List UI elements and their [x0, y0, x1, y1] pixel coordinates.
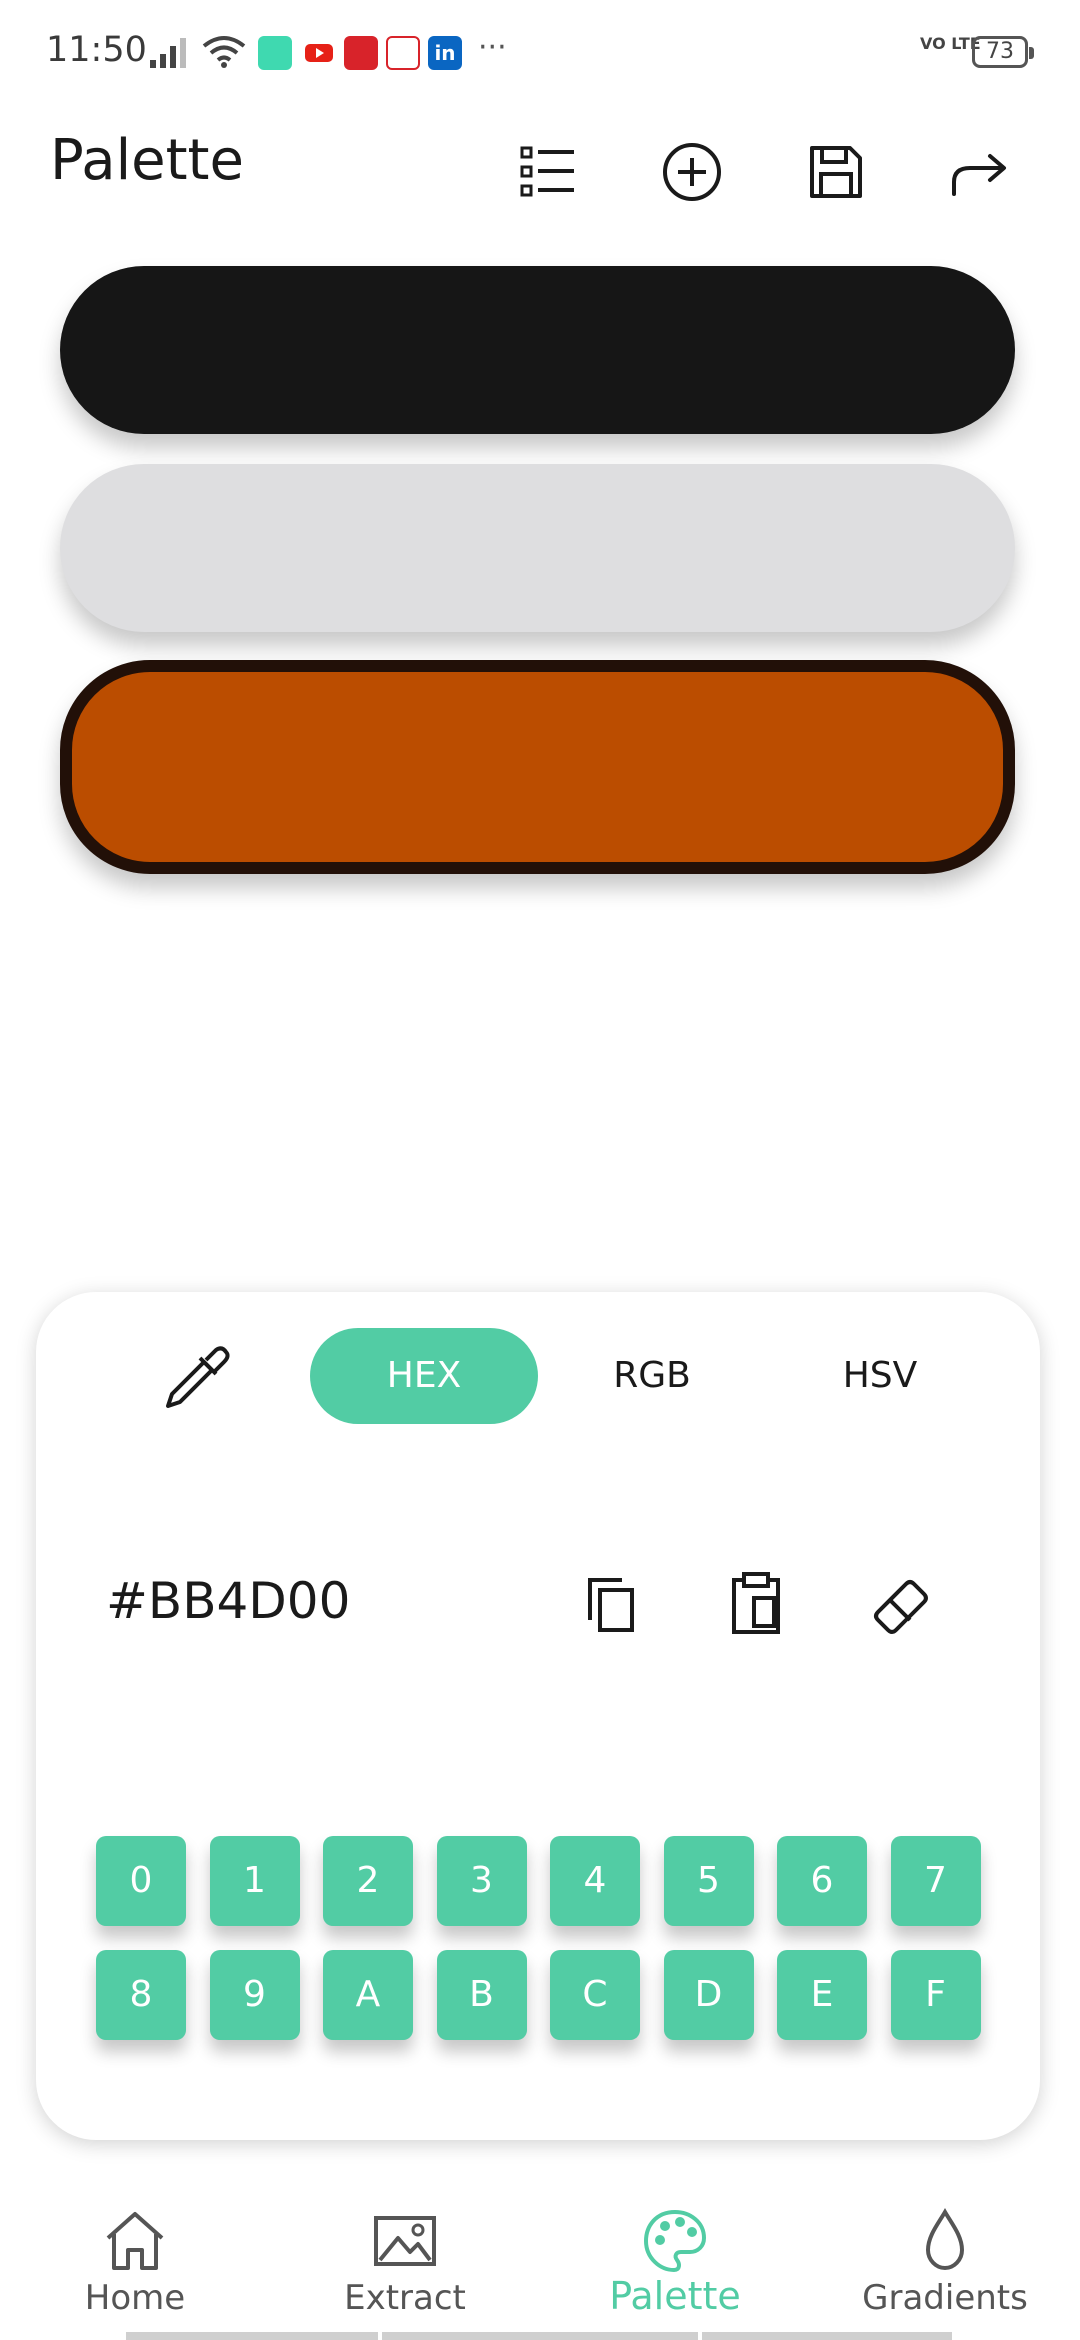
- notification-app-icon: [258, 36, 292, 70]
- save-button[interactable]: [796, 132, 876, 212]
- share-button[interactable]: [940, 132, 1020, 212]
- hex-key[interactable]: 1: [209, 1836, 300, 1926]
- add-button[interactable]: [652, 132, 732, 212]
- tab-rgb[interactable]: RGB: [538, 1328, 766, 1424]
- youtube-icon: [302, 36, 336, 70]
- status-time: 11:50: [46, 30, 147, 70]
- palette-icon: [643, 2209, 707, 2273]
- eyedropper-icon[interactable]: [158, 1340, 232, 1414]
- linkedin-icon: in: [428, 36, 462, 70]
- color-swatch[interactable]: [60, 266, 1015, 434]
- nav-extract[interactable]: Extract: [270, 2170, 540, 2320]
- status-bar: 11:50 in ··· VO LTE 73: [0, 0, 1080, 110]
- nav-label-home: Home: [84, 2278, 186, 2318]
- add-circle-icon: [663, 143, 721, 201]
- hex-key[interactable]: D: [663, 1950, 754, 2040]
- hex-key[interactable]: 4: [550, 1836, 640, 1926]
- list-icon: [520, 146, 574, 197]
- hex-key[interactable]: F: [890, 1950, 981, 2040]
- signal-icon: [150, 38, 186, 68]
- hex-key[interactable]: 3: [436, 1836, 527, 1926]
- notification-app-icon: [344, 36, 378, 70]
- hex-key[interactable]: 6: [777, 1836, 867, 1926]
- home-icon: [106, 2212, 164, 2270]
- drop-icon: [925, 2208, 965, 2271]
- nav-gradients[interactable]: Gradients: [810, 2170, 1080, 2320]
- hex-key[interactable]: 2: [323, 1836, 413, 1926]
- hex-value-field[interactable]: #BB4D00: [106, 1572, 350, 1630]
- hex-key[interactable]: E: [777, 1950, 867, 2040]
- hex-key[interactable]: 8: [96, 1950, 186, 2040]
- hex-key[interactable]: 5: [663, 1836, 754, 1926]
- eraser-icon[interactable]: [864, 1568, 936, 1640]
- tab-hsv[interactable]: HSV: [766, 1328, 994, 1424]
- hex-key[interactable]: A: [323, 1950, 413, 2040]
- screen: 11:50 in ··· VO LTE 73 Palette HEX RGB H…: [0, 0, 1080, 2340]
- color-swatch-selected[interactable]: [60, 660, 1015, 874]
- nav-label-gradients: Gradients: [862, 2278, 1028, 2318]
- color-swatch[interactable]: [60, 464, 1015, 632]
- tab-hex[interactable]: HEX: [310, 1328, 538, 1424]
- color-editor-card: HEX RGB HSV #BB4D00 01234567 89ABCDEF: [36, 1292, 1040, 2140]
- nav-label-palette: Palette: [609, 2274, 741, 2318]
- battery-indicator: 73: [972, 36, 1034, 68]
- save-icon: [810, 146, 862, 198]
- hex-key[interactable]: C: [550, 1950, 640, 2040]
- gesture-bar: [702, 2332, 952, 2340]
- copy-icon[interactable]: [576, 1568, 648, 1640]
- hex-key[interactable]: 7: [890, 1836, 981, 1926]
- wifi-icon: [202, 36, 246, 68]
- nav-label-extract: Extract: [344, 2278, 466, 2318]
- bottom-navigation: Home Extract Palette Gradients: [0, 2170, 1080, 2340]
- paste-icon[interactable]: [720, 1568, 792, 1640]
- gesture-bar: [126, 2332, 378, 2340]
- share-icon: [952, 154, 1006, 196]
- gesture-bar: [382, 2332, 698, 2340]
- nav-home[interactable]: Home: [0, 2170, 270, 2320]
- page-title: Palette: [50, 128, 244, 193]
- hex-key[interactable]: 0: [96, 1836, 186, 1926]
- nav-palette[interactable]: Palette: [540, 2170, 810, 2320]
- bank-app-icon: [386, 36, 420, 70]
- list-button[interactable]: [508, 132, 588, 212]
- hex-key[interactable]: 9: [209, 1950, 300, 2040]
- image-icon: [374, 2216, 436, 2266]
- hex-key[interactable]: B: [436, 1950, 527, 2040]
- more-notifications-icon: ···: [478, 30, 507, 65]
